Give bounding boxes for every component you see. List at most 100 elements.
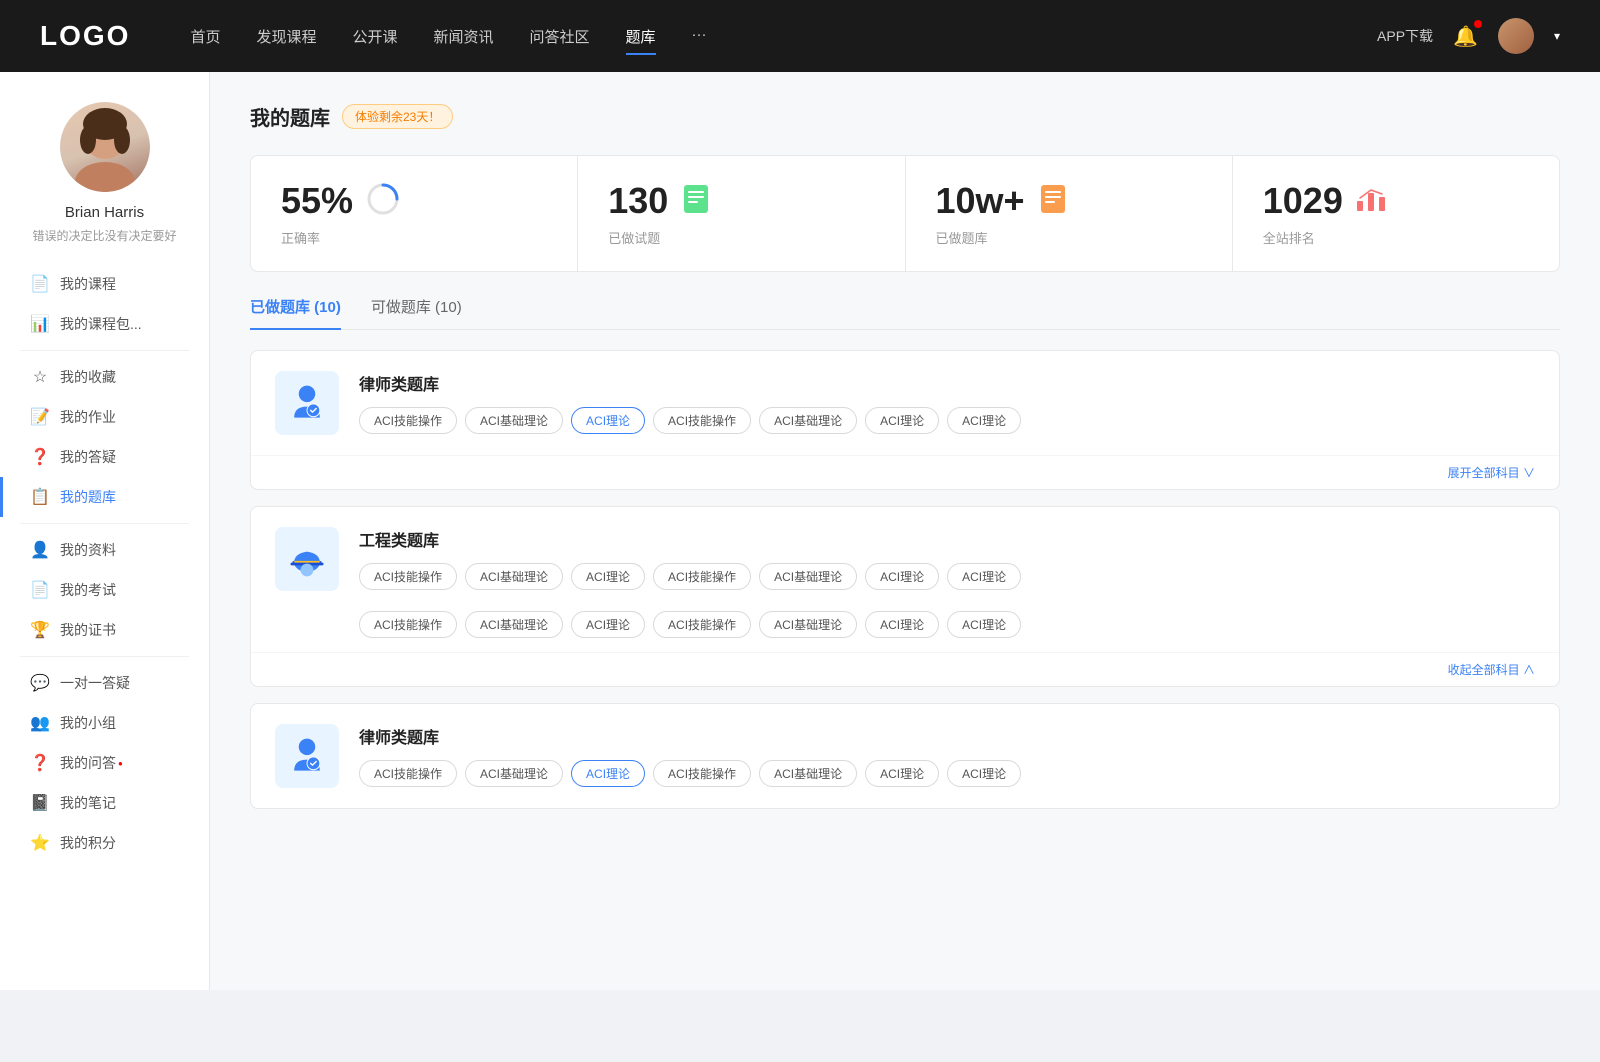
trial-badge: 体验剩余23天！ <box>342 104 453 129</box>
nav-opencourse[interactable]: 公开课 <box>352 22 397 51</box>
certificate-icon: 🏆 <box>30 620 50 640</box>
tag-2-0[interactable]: ACI技能操作 <box>359 760 457 787</box>
tag-2-3[interactable]: ACI技能操作 <box>653 760 751 787</box>
tag-1-0[interactable]: ACI技能操作 <box>359 563 457 590</box>
nav-more[interactable]: ··· <box>692 22 707 51</box>
qbank-icon-1 <box>275 527 339 591</box>
qbank-tags-row2-1: ACI技能操作 ACI基础理论 ACI理论 ACI技能操作 ACI基础理论 AC… <box>251 611 1559 652</box>
tag-1-r2-5[interactable]: ACI理论 <box>865 611 939 638</box>
tag-0-2[interactable]: ACI理论 <box>571 407 645 434</box>
my-qa-badge: ● <box>118 759 123 768</box>
nav-menu: 首页 发现课程 公开课 新闻资讯 问答社区 题库 ··· <box>190 22 1377 51</box>
my-course-icon: 📄 <box>30 274 50 294</box>
my-qa-icon: ❓ <box>30 753 50 773</box>
stat-rank: 1029 全站排名 <box>1233 156 1559 271</box>
profile-icon: 👤 <box>30 540 50 560</box>
sidebar-item-qbank[interactable]: 📋 我的题库 <box>0 477 209 517</box>
navbar: LOGO 首页 发现课程 公开课 新闻资讯 问答社区 题库 ··· APP下载 … <box>0 0 1600 72</box>
tag-0-6[interactable]: ACI理论 <box>947 407 1021 434</box>
sidebar-item-1to1[interactable]: 💬 一对一答疑 <box>0 663 209 703</box>
stat-accuracy-label: 正确率 <box>281 228 547 247</box>
tag-0-5[interactable]: ACI理论 <box>865 407 939 434</box>
tag-1-5[interactable]: ACI理论 <box>865 563 939 590</box>
lawyer-icon <box>285 381 329 425</box>
tag-1-6[interactable]: ACI理论 <box>947 563 1021 590</box>
qbank-title-2: 律师类题库 <box>359 724 1535 748</box>
nav-home[interactable]: 首页 <box>190 22 220 51</box>
tag-2-1[interactable]: ACI基础理论 <box>465 760 563 787</box>
nav-qbank[interactable]: 题库 <box>626 22 656 51</box>
points-icon: ⭐ <box>30 833 50 853</box>
sidebar-item-group[interactable]: 👥 我的小组 <box>0 703 209 743</box>
homework-icon: 📝 <box>30 407 50 427</box>
tag-2-5[interactable]: ACI理论 <box>865 760 939 787</box>
page-layout: Brian Harris 错误的决定比没有决定要好 📄 我的课程 📊 我的课程包… <box>0 72 1600 990</box>
stats-row: 55% 正确率 130 <box>250 155 1560 272</box>
navbar-right: APP下载 🔔 ▾ <box>1377 18 1560 54</box>
tag-2-2[interactable]: ACI理论 <box>571 760 645 787</box>
stat-done-questions-value: 130 <box>608 180 668 222</box>
nav-qa[interactable]: 问答社区 <box>530 22 590 51</box>
sidebar-item-my-qa[interactable]: ❓ 我的问答 ● <box>0 743 209 783</box>
tag-1-2[interactable]: ACI理论 <box>571 563 645 590</box>
expand-btn-1[interactable]: 收起全部科目 ∧ <box>251 652 1559 686</box>
sidebar-item-course-package[interactable]: 📊 我的课程包... <box>0 304 209 344</box>
tag-0-3[interactable]: ACI技能操作 <box>653 407 751 434</box>
tag-0-1[interactable]: ACI基础理论 <box>465 407 563 434</box>
tag-1-r2-6[interactable]: ACI理论 <box>947 611 1021 638</box>
engineer-icon <box>285 537 329 581</box>
user-avatar-nav[interactable] <box>1498 18 1534 54</box>
tab-available-banks[interactable]: 可做题库 (10) <box>371 296 462 329</box>
qbank-tags-2: ACI技能操作 ACI基础理论 ACI理论 ACI技能操作 ACI基础理论 AC… <box>359 760 1535 787</box>
qa-icon: ❓ <box>30 447 50 467</box>
page-title: 我的题库 <box>250 102 330 131</box>
sidebar-item-certificate[interactable]: 🏆 我的证书 <box>0 610 209 650</box>
favorites-icon: ☆ <box>30 367 50 387</box>
stat-rank-icon <box>1355 183 1387 220</box>
stat-accuracy: 55% 正确率 <box>251 156 578 271</box>
divider-3 <box>20 656 189 657</box>
tag-0-0[interactable]: ACI技能操作 <box>359 407 457 434</box>
sidebar-item-points[interactable]: ⭐ 我的积分 <box>0 823 209 863</box>
qbank-icon-2 <box>275 724 339 788</box>
tag-2-4[interactable]: ACI基础理论 <box>759 760 857 787</box>
sidebar-item-homework[interactable]: 📝 我的作业 <box>0 397 209 437</box>
sidebar-item-notes[interactable]: 📓 我的笔记 <box>0 783 209 823</box>
tag-1-1[interactable]: ACI基础理论 <box>465 563 563 590</box>
tab-done-banks[interactable]: 已做题库 (10) <box>250 296 341 329</box>
stat-done-banks-icon <box>1037 183 1069 220</box>
profile-motto: 错误的决定比没有决定要好 <box>22 227 186 244</box>
sidebar-item-favorites[interactable]: ☆ 我的收藏 <box>0 357 209 397</box>
stat-done-questions: 130 已做试题 <box>578 156 905 271</box>
qbank-title-0: 律师类题库 <box>359 371 1535 395</box>
tag-1-4[interactable]: ACI基础理论 <box>759 563 857 590</box>
qbank-card-1: 工程类题库 ACI技能操作 ACI基础理论 ACI理论 ACI技能操作 ACI基… <box>250 506 1560 687</box>
1to1-icon: 💬 <box>30 673 50 693</box>
tag-1-r2-0[interactable]: ACI技能操作 <box>359 611 457 638</box>
tag-1-3[interactable]: ACI技能操作 <box>653 563 751 590</box>
stat-accuracy-icon <box>365 181 401 222</box>
notification-bell[interactable]: 🔔 <box>1453 24 1478 49</box>
stat-accuracy-value: 55% <box>281 180 353 222</box>
user-menu-chevron[interactable]: ▾ <box>1554 29 1560 43</box>
sidebar-item-exam[interactable]: 📄 我的考试 <box>0 570 209 610</box>
sidebar-item-qa[interactable]: ❓ 我的答疑 <box>0 437 209 477</box>
tag-1-r2-2[interactable]: ACI理论 <box>571 611 645 638</box>
main-content: 我的题库 体验剩余23天！ 55% 正确率 <box>210 72 1600 990</box>
tag-2-6[interactable]: ACI理论 <box>947 760 1021 787</box>
tag-1-r2-1[interactable]: ACI基础理论 <box>465 611 563 638</box>
app-download-button[interactable]: APP下载 <box>1377 26 1433 46</box>
qbank-icon: 📋 <box>30 487 50 507</box>
nav-discover[interactable]: 发现课程 <box>256 22 316 51</box>
tag-1-r2-4[interactable]: ACI基础理论 <box>759 611 857 638</box>
expand-btn-0[interactable]: 展开全部科目 ∨ <box>251 455 1559 489</box>
qbank-card-2: 律师类题库 ACI技能操作 ACI基础理论 ACI理论 ACI技能操作 ACI基… <box>250 703 1560 809</box>
stat-done-questions-icon <box>680 183 712 220</box>
tag-0-4[interactable]: ACI基础理论 <box>759 407 857 434</box>
stat-done-banks: 10w+ 已做题库 <box>906 156 1233 271</box>
nav-news[interactable]: 新闻资讯 <box>434 22 494 51</box>
tag-1-r2-3[interactable]: ACI技能操作 <box>653 611 751 638</box>
profile-name: Brian Harris <box>65 204 144 221</box>
sidebar-item-profile[interactable]: 👤 我的资料 <box>0 530 209 570</box>
sidebar-item-my-course[interactable]: 📄 我的课程 <box>0 264 209 304</box>
